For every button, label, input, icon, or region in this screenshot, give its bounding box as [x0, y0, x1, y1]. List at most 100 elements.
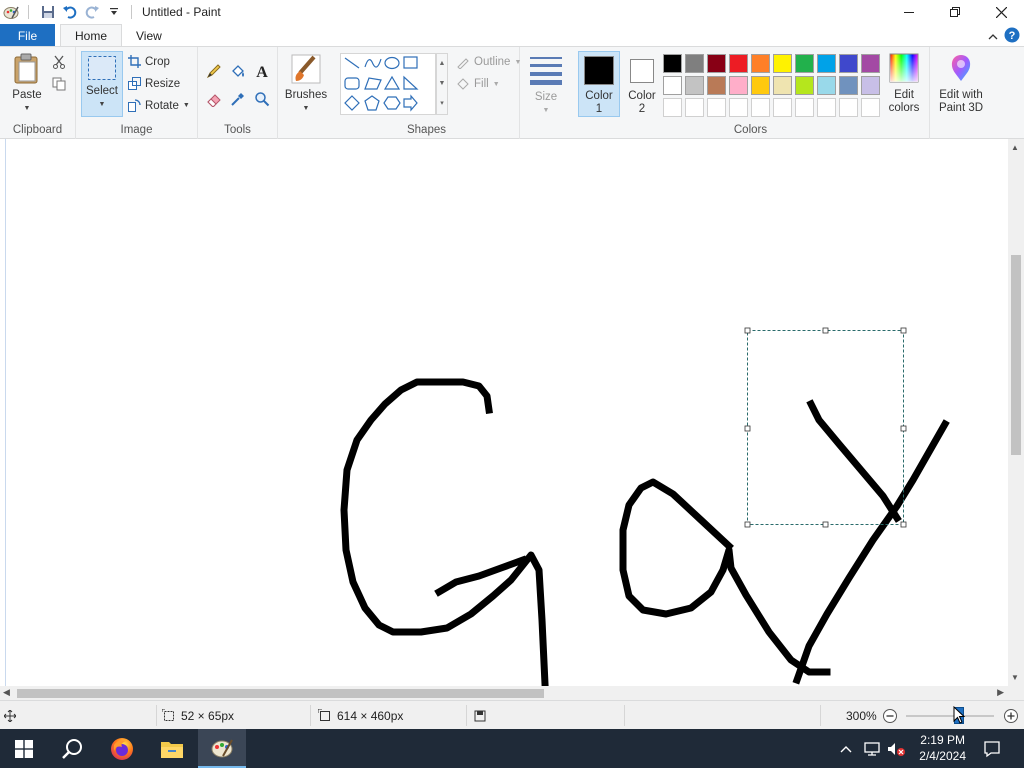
taskbar-paint[interactable]: [198, 729, 246, 768]
color1-button[interactable]: Color 1: [578, 51, 620, 117]
zoom-out-button[interactable]: [882, 701, 898, 730]
tab-view[interactable]: View: [122, 24, 176, 47]
palette-custom-slot[interactable]: [773, 98, 792, 117]
scroll-up-icon[interactable]: ▲: [1011, 143, 1019, 152]
palette-custom-slot[interactable]: [839, 98, 858, 117]
shapes-scroll[interactable]: ▲ ▼ ▾: [436, 53, 448, 115]
palette-color-swatch[interactable]: [773, 54, 792, 73]
help-icon[interactable]: ?: [1004, 27, 1020, 46]
tab-home[interactable]: Home: [60, 24, 123, 47]
palette-color-swatch[interactable]: [663, 76, 682, 95]
color-picker-tool[interactable]: [230, 91, 246, 107]
outline-button[interactable]: Outline ▼: [456, 55, 521, 69]
palette-color-swatch[interactable]: [839, 76, 858, 95]
network-button[interactable]: [860, 729, 884, 768]
chevron-up-icon: [840, 745, 852, 752]
color2-button[interactable]: Color 2: [622, 51, 662, 117]
palette-custom-slot[interactable]: [685, 98, 704, 117]
palette-color-swatch[interactable]: [817, 54, 836, 73]
palette-custom-slot[interactable]: [861, 98, 880, 117]
palette-custom-slot[interactable]: [795, 98, 814, 117]
paint-palette-icon: [211, 739, 233, 757]
horizontal-scroll-thumb[interactable]: [17, 689, 544, 698]
palette-color-swatch[interactable]: [751, 54, 770, 73]
zoom-slider-track[interactable]: [906, 715, 994, 717]
palette-color-swatch[interactable]: [773, 76, 792, 95]
tab-file[interactable]: File: [0, 24, 55, 47]
action-center-button[interactable]: [976, 729, 1008, 768]
edit-colors-button[interactable]: Edit colors: [882, 53, 926, 115]
freehand-drawing: [340, 327, 950, 688]
title-bar: Untitled - Paint: [0, 0, 1024, 24]
fill-tool[interactable]: [230, 63, 246, 79]
pencil-tool[interactable]: [206, 63, 222, 79]
vertical-scrollbar[interactable]: ▲ ▼: [1008, 139, 1024, 686]
size-button[interactable]: Size ▼: [527, 55, 565, 117]
palette-color-swatch[interactable]: [795, 76, 814, 95]
edit-with-paint3d-button[interactable]: Edit with Paint 3D: [932, 53, 990, 115]
pencil-icon: [206, 64, 221, 79]
palette-color-swatch[interactable]: [861, 76, 880, 95]
customize-qat-icon[interactable]: [105, 3, 123, 21]
palette-color-swatch[interactable]: [685, 54, 704, 73]
scroll-down-icon[interactable]: ▼: [1011, 673, 1019, 682]
eraser-tool[interactable]: [206, 91, 222, 107]
eraser-icon: [207, 94, 221, 107]
drawing-canvas[interactable]: [5, 139, 1008, 688]
diamond-shape-icon: [344, 95, 360, 111]
crop-button[interactable]: Crop: [128, 55, 170, 68]
maximize-button[interactable]: [932, 0, 978, 24]
palette-color-swatch[interactable]: [817, 76, 836, 95]
search-button[interactable]: [48, 729, 96, 768]
notification-icon: [984, 740, 1000, 757]
palette-color-swatch[interactable]: [663, 54, 682, 73]
file-size: [474, 701, 486, 730]
text-tool[interactable]: A: [254, 63, 270, 79]
palette-color-swatch[interactable]: [751, 76, 770, 95]
rotate-button[interactable]: Rotate ▼: [128, 99, 190, 112]
size-group: Size ▼: [520, 47, 572, 139]
resize-button[interactable]: Resize: [128, 77, 180, 90]
scroll-right-icon[interactable]: ▶: [997, 687, 1004, 698]
palette-custom-slot[interactable]: [663, 98, 682, 117]
fill-button[interactable]: Fill ▼: [456, 77, 500, 91]
palette-color-swatch[interactable]: [795, 54, 814, 73]
vertical-scroll-thumb[interactable]: [1011, 255, 1021, 455]
cut-button[interactable]: [52, 55, 66, 69]
palette-color-swatch[interactable]: [707, 54, 726, 73]
paste-button[interactable]: Paste ▼: [8, 53, 46, 115]
palette-color-swatch[interactable]: [861, 54, 880, 73]
palette-color-swatch[interactable]: [839, 54, 858, 73]
scroll-left-icon[interactable]: ◀: [3, 687, 10, 698]
copy-button[interactable]: [52, 77, 66, 91]
rotate-icon: [128, 99, 141, 112]
palette-custom-slot[interactable]: [751, 98, 770, 117]
taskbar-firefox[interactable]: [98, 729, 146, 768]
paint-app-icon[interactable]: [2, 3, 20, 21]
collapse-ribbon-icon[interactable]: [988, 30, 998, 44]
palette-custom-slot[interactable]: [817, 98, 836, 117]
palette-custom-slot[interactable]: [729, 98, 748, 117]
palette-color-swatch[interactable]: [707, 76, 726, 95]
brushes-button[interactable]: Brushes ▼: [284, 53, 328, 115]
show-hidden-icons-button[interactable]: [836, 729, 856, 768]
select-button[interactable]: Select ▼: [81, 51, 123, 117]
minimize-button[interactable]: [886, 0, 932, 24]
redo-icon[interactable]: [83, 3, 101, 21]
selection-size-icon: [162, 709, 174, 721]
zoom-in-button[interactable]: [1003, 701, 1019, 730]
magnifier-tool[interactable]: [254, 91, 270, 107]
start-button[interactable]: [0, 729, 48, 768]
taskbar-file-explorer[interactable]: [148, 729, 196, 768]
palette-color-swatch[interactable]: [729, 76, 748, 95]
save-icon[interactable]: [39, 3, 57, 21]
horizontal-scrollbar[interactable]: ◀ ▶: [0, 686, 1008, 700]
palette-color-swatch[interactable]: [685, 76, 704, 95]
rectangle-shape-icon: [403, 56, 418, 69]
volume-button[interactable]: [884, 729, 908, 768]
close-button[interactable]: [978, 0, 1024, 24]
palette-custom-slot[interactable]: [707, 98, 726, 117]
undo-icon[interactable]: [61, 3, 79, 21]
taskbar-clock[interactable]: 2:19 PM 2/4/2024: [919, 732, 966, 764]
palette-color-swatch[interactable]: [729, 54, 748, 73]
